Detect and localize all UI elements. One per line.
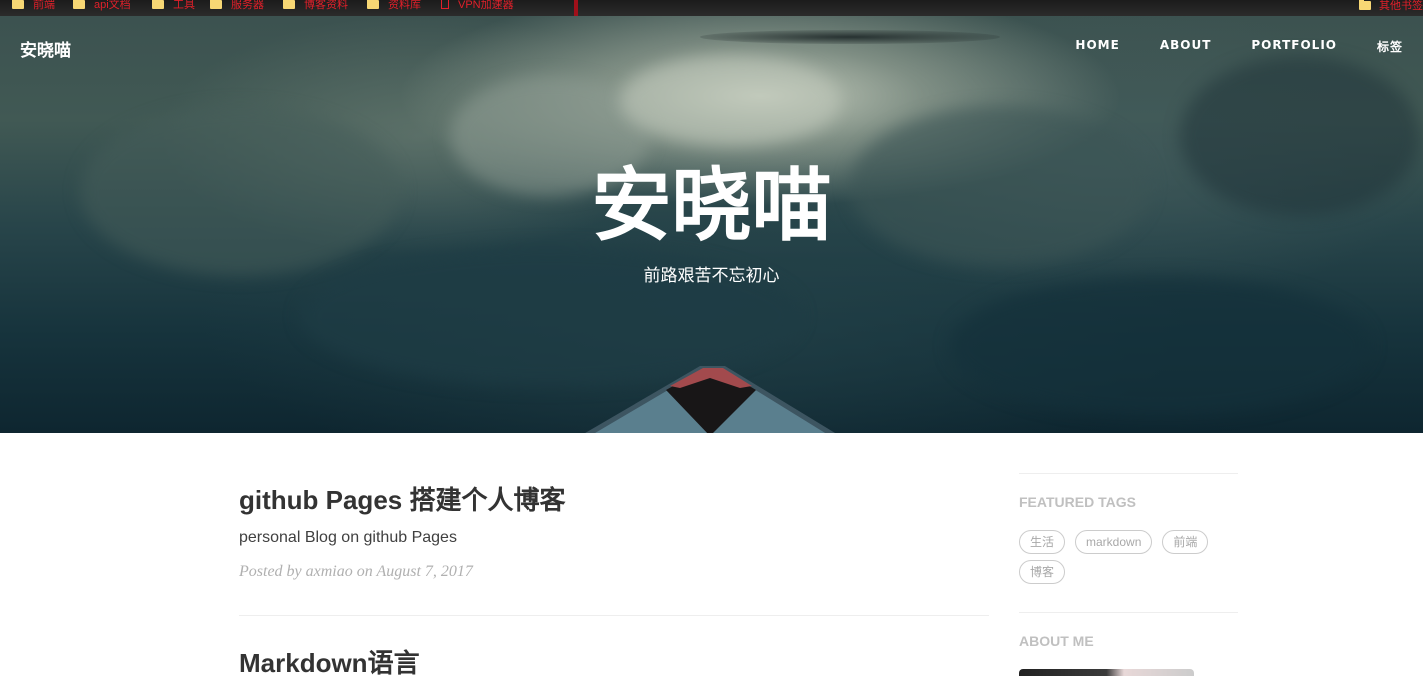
bookmarks-bar: 前端 api文档 工具 服务器 博客资料 资料库 VPN加速器 其他书签 xyxy=(0,0,1423,16)
divider xyxy=(574,0,578,16)
nav-about[interactable]: ABOUT xyxy=(1160,38,1212,55)
folder-icon xyxy=(152,0,164,9)
site-title: 安晓喵 xyxy=(591,161,832,250)
post-meta: Posted by axmiao on August 7, 2017 xyxy=(239,563,473,580)
bookmark-other[interactable]: 其他书签 xyxy=(1359,0,1423,13)
folder-icon xyxy=(1359,0,1371,10)
distant-object xyxy=(700,30,1000,44)
bookmark-label: 工具 xyxy=(173,0,195,11)
bookmark-frontend[interactable]: 前端 xyxy=(12,0,55,11)
top-nav: HOME ABOUT PORTFOLIO 标签 xyxy=(1035,38,1403,55)
post-list: github Pages 搭建个人博客 personal Blog on git… xyxy=(239,433,989,676)
bookmark-label: 前端 xyxy=(33,0,55,11)
cloud-shape xyxy=(950,276,1370,416)
nav-portfolio[interactable]: PORTFOLIO xyxy=(1251,38,1337,55)
tag-frontend[interactable]: 前端 xyxy=(1162,530,1209,554)
divider xyxy=(1019,473,1238,474)
bookmark-vpn[interactable]: VPN加速器 xyxy=(441,0,514,11)
tag-cloud: 生活 markdown 前端 博客 xyxy=(1019,530,1238,590)
bookmark-library[interactable]: 资料库 xyxy=(367,0,421,11)
page-icon xyxy=(441,0,449,9)
bookmark-label: 服务器 xyxy=(231,0,264,11)
bookmark-api-docs[interactable]: api文档 xyxy=(73,0,131,11)
bookmark-tools[interactable]: 工具 xyxy=(152,0,195,11)
post-title[interactable]: github Pages 搭建个人博客 xyxy=(239,483,989,517)
tag-life[interactable]: 生活 xyxy=(1019,530,1066,554)
bookmark-label: api文档 xyxy=(94,0,131,11)
nav-home[interactable]: HOME xyxy=(1075,38,1119,55)
hero-banner: 安晓喵 HOME ABOUT PORTFOLIO 标签 安晓喵 前路艰苦不忘初心 xyxy=(0,16,1423,433)
bookmark-blog-resources[interactable]: 博客资料 xyxy=(283,0,348,11)
featured-tags-heading: FEATURED TAGS xyxy=(1019,494,1136,510)
bookmark-label: 其他书签 xyxy=(1379,0,1423,12)
cloud-shape xyxy=(620,56,840,146)
brand-logo[interactable]: 安晓喵 xyxy=(20,36,71,61)
post-preview[interactable]: Markdown语言 xyxy=(239,616,989,676)
bookmark-label: 资料库 xyxy=(388,0,421,11)
post-title[interactable]: Markdown语言 xyxy=(239,646,989,676)
folder-icon xyxy=(283,0,295,9)
about-me-heading: ABOUT ME xyxy=(1019,633,1094,649)
boat-image xyxy=(585,366,836,433)
tag-markdown[interactable]: markdown xyxy=(1075,530,1153,554)
folder-icon xyxy=(210,0,222,9)
bookmark-servers[interactable]: 服务器 xyxy=(210,0,264,11)
sidebar: FEATURED TAGS 生活 markdown 前端 博客 ABOUT ME xyxy=(1019,473,1238,676)
folder-icon xyxy=(12,0,24,9)
bookmark-label: 博客资料 xyxy=(304,0,348,11)
tag-blog[interactable]: 博客 xyxy=(1019,560,1066,584)
folder-icon xyxy=(73,0,85,9)
post-preview[interactable]: github Pages 搭建个人博客 personal Blog on git… xyxy=(239,433,989,581)
avatar xyxy=(1019,669,1194,676)
bookmark-label: VPN加速器 xyxy=(458,0,514,11)
folder-icon xyxy=(367,0,379,9)
divider xyxy=(1019,612,1238,613)
post-subtitle: personal Blog on github Pages xyxy=(239,529,457,546)
site-subtitle: 前路艰苦不忘初心 xyxy=(643,266,780,285)
nav-tags[interactable]: 标签 xyxy=(1377,38,1403,55)
